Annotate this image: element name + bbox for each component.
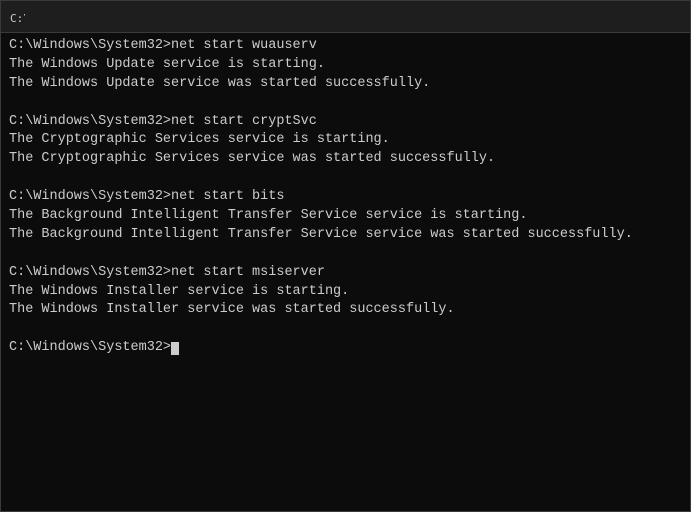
output-line: The Windows Update service was started s… [9, 75, 682, 94]
close-button[interactable] [636, 1, 682, 33]
cmd-icon: C:\ [9, 9, 25, 25]
output-line: The Cryptographic Services service was s… [9, 150, 682, 169]
output-line: The Windows Update service is starting. [9, 56, 682, 75]
output-line: The Windows Installer service was starte… [9, 301, 682, 320]
empty-line [9, 94, 682, 113]
empty-line [9, 169, 682, 188]
output-line: The Cryptographic Services service is st… [9, 131, 682, 150]
svg-text:C:\: C:\ [10, 12, 25, 25]
title-bar: C:\ [1, 1, 690, 33]
cmd-window: C:\ C:\Windows\System32>net start wuause… [0, 0, 691, 512]
empty-line [9, 245, 682, 264]
terminal-body[interactable]: C:\Windows\System32>net start wuauservTh… [1, 33, 690, 511]
prompt-line: C:\Windows\System32>net start wuauserv [9, 37, 682, 56]
minimize-button[interactable] [544, 1, 590, 33]
prompt-line: C:\Windows\System32>net start msiserver [9, 264, 682, 283]
prompt-line: C:\Windows\System32>net start bits [9, 188, 682, 207]
output-line: The Background Intelligent Transfer Serv… [9, 207, 682, 226]
output-line: The Windows Installer service is startin… [9, 283, 682, 302]
output-line: The Background Intelligent Transfer Serv… [9, 226, 682, 245]
window-controls [544, 1, 682, 33]
cursor [171, 342, 179, 356]
maximize-button[interactable] [590, 1, 636, 33]
terminal-content: C:\Windows\System32>net start wuauservTh… [9, 37, 682, 358]
prompt-line: C:\Windows\System32>net start cryptSvc [9, 113, 682, 132]
prompt-line: C:\Windows\System32> [9, 339, 682, 358]
empty-line [9, 320, 682, 339]
